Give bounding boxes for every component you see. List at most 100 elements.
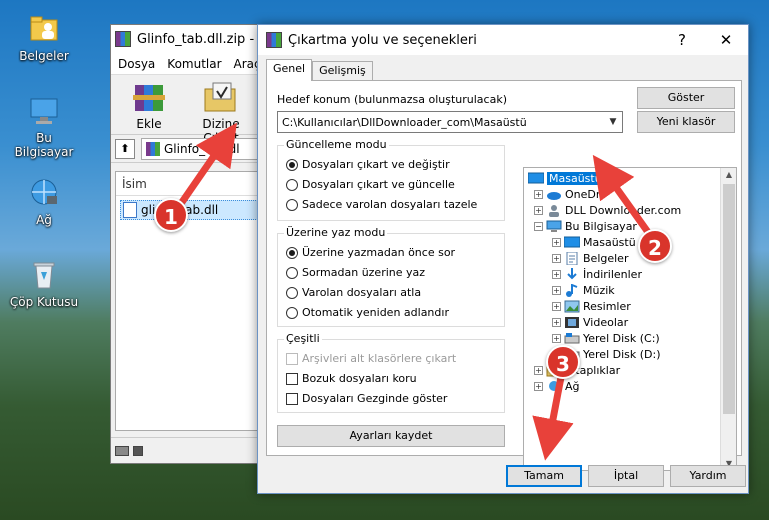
radio-icon <box>286 198 298 211</box>
network-icon <box>546 380 562 393</box>
up-folder-button[interactable]: ⬆ <box>115 138 135 159</box>
tree-node-pc-desktop[interactable]: + Masaüstü <box>552 234 636 250</box>
winrar-app-icon <box>115 31 131 47</box>
overwrite-option-ask[interactable]: Üzerine yazmadan önce sor <box>286 246 455 259</box>
update-option-replace[interactable]: Dosyaları çıkart ve değiştir <box>286 158 450 171</box>
destination-path-combo[interactable]: C:\Kullanıcılar\DllDownloader_com\Masaüs… <box>277 111 623 133</box>
update-option-freshen[interactable]: Sadece varolan dosyaları tazele <box>286 198 477 211</box>
ok-button[interactable]: Tamam <box>506 465 582 487</box>
radio-icon <box>286 246 298 259</box>
tree-scrollbar[interactable]: ▲ ▼ <box>720 168 736 470</box>
update-option-update[interactable]: Dosyaları çıkart ve güncelle <box>286 178 455 191</box>
radio-icon <box>286 178 298 191</box>
expand-icon[interactable]: + <box>552 237 561 247</box>
winrar-title: Glinfo_tab.dll.zip - W <box>137 31 272 47</box>
overwrite-option-skip[interactable]: Varolan dosyaları atla <box>286 286 421 299</box>
download-icon <box>564 267 580 281</box>
option-label: Dosyaları çıkart ve değiştir <box>302 158 450 171</box>
help-title-button[interactable]: ? <box>660 25 704 55</box>
overwrite-option-rename[interactable]: Otomatik yeniden adlandır <box>286 306 449 319</box>
chevron-down-icon[interactable]: ▼ <box>604 117 622 127</box>
tree-node-desktop[interactable]: Masaüstü <box>527 170 604 186</box>
overwrite-option-without-prompt[interactable]: Sormadan üzerine yaz <box>286 266 425 279</box>
misc-option-keep-broken[interactable]: Bozuk dosyaları koru <box>286 372 417 385</box>
tree-node-label: Masaüstü <box>547 171 604 185</box>
tree-node-label: Müzik <box>583 283 615 297</box>
add-button[interactable]: Ekle <box>119 79 179 131</box>
scroll-up-icon[interactable]: ▲ <box>721 170 736 179</box>
tree-node-this-pc[interactable]: − Bu Bilgisayar <box>534 218 637 234</box>
expand-icon[interactable]: + <box>552 317 561 327</box>
option-label: Sormadan üzerine yaz <box>302 266 426 279</box>
dest-label: Hedef konum (bulunmazsa oluşturulacak) <box>277 93 507 106</box>
expand-icon[interactable]: + <box>534 381 543 391</box>
close-button[interactable]: ✕ <box>704 25 748 55</box>
tree-node-network[interactable]: + Ağ <box>534 378 580 394</box>
tree-node-label: Yerel Disk (C:) <box>583 331 660 345</box>
archive-path-text: Glinfo_tab.dl <box>164 141 240 156</box>
desktop-icon-documents[interactable]: Belgeler <box>6 12 82 63</box>
tree-node-documents[interactable]: + Belgeler <box>552 250 628 266</box>
expand-icon[interactable]: + <box>552 285 561 295</box>
tree-node-downloads[interactable]: + İndirilenler <box>552 266 642 282</box>
desktop-icon-this-pc[interactable]: Bu Bilgisayar <box>6 94 82 159</box>
option-label: Üzerine yazmadan önce sor <box>302 246 456 259</box>
scrollbar-thumb[interactable] <box>723 184 735 414</box>
music-icon <box>564 283 580 297</box>
new-folder-button[interactable]: Yeni klasör <box>637 111 735 133</box>
tree-node-label: İndirilenler <box>583 267 642 281</box>
tab-general[interactable]: Genel <box>266 59 313 81</box>
checkbox-icon <box>286 352 298 365</box>
menu-file[interactable]: Dosya <box>118 57 155 71</box>
checkbox-icon <box>286 372 298 385</box>
tree-node-dlldownloader[interactable]: + DLL Downloader.com <box>534 202 681 218</box>
show-button[interactable]: Göster <box>637 87 735 109</box>
expand-icon[interactable]: + <box>534 205 543 215</box>
desktop-icon-network[interactable]: Ağ <box>6 176 82 227</box>
desktop-folder-icon <box>527 172 545 185</box>
overwrite-mode-group: Üzerine yaz modu Üzerine yazmadan önce s… <box>277 226 505 327</box>
recycle-bin-icon <box>27 258 61 292</box>
misc-option-show-in-explorer[interactable]: Dosyaları Gezginde göster <box>286 392 447 405</box>
tree-node-pictures[interactable]: + Resimler <box>552 298 631 314</box>
expand-icon[interactable]: + <box>534 365 543 375</box>
expand-icon[interactable]: + <box>552 253 561 263</box>
checkbox-icon <box>286 392 298 405</box>
save-settings-button[interactable]: Ayarları kaydet <box>277 425 505 447</box>
tree-node-label: OneDri <box>565 187 604 201</box>
overwrite-mode-title: Üzerine yaz modu <box>284 226 388 239</box>
tree-node-label: Belgeler <box>583 251 629 265</box>
tree-node-onedrive[interactable]: + OneDri <box>534 186 603 202</box>
tree-node-label: Yerel Disk (D:) <box>583 347 661 361</box>
desktop-icon-label: Çöp Kutusu <box>9 295 79 309</box>
radio-icon <box>286 158 298 171</box>
tree-node-label: Bu Bilgisayar <box>565 219 637 233</box>
extract-dialog: Çıkartma yolu ve seçenekleri ? ✕ Genel G… <box>257 24 749 494</box>
expand-icon[interactable]: + <box>552 333 561 343</box>
tree-node-videos[interactable]: + Videolar <box>552 314 628 330</box>
radio-icon <box>286 266 298 279</box>
computer-icon <box>546 220 562 233</box>
dialog-title: Çıkartma yolu ve seçenekleri <box>288 32 477 48</box>
help-button[interactable]: Yardım <box>670 465 746 487</box>
tree-node-label: Resimler <box>583 299 631 313</box>
tree-node-music[interactable]: + Müzik <box>552 282 615 298</box>
option-label: Bozuk dosyaları koru <box>302 372 417 385</box>
expand-icon[interactable]: + <box>552 269 561 279</box>
tree-node-drive-c[interactable]: + Yerel Disk (C:) <box>552 330 660 346</box>
extract-to-button[interactable]: Dizine Çıkart <box>185 79 257 145</box>
drive-icon <box>115 445 129 456</box>
tab-advanced[interactable]: Gelişmiş <box>312 61 373 81</box>
dialog-titlebar[interactable]: Çıkartma yolu ve seçenekleri ? ✕ <box>258 25 748 55</box>
misc-option-subfolders: Arşivleri alt klasörlere çıkart <box>286 352 456 365</box>
menu-commands[interactable]: Komutlar <box>167 57 221 71</box>
expand-icon[interactable]: + <box>552 301 561 311</box>
collapse-icon[interactable]: − <box>534 221 543 231</box>
desktop-icon-recycle-bin[interactable]: Çöp Kutusu <box>6 258 82 309</box>
cancel-button[interactable]: İptal <box>588 465 664 487</box>
folder-tree: Masaüstü + OneDri + DLL Downloader.com −… <box>523 167 737 471</box>
option-label: Arşivleri alt klasörlere çıkart <box>302 352 457 365</box>
computer-icon <box>27 94 61 128</box>
expand-icon[interactable]: + <box>534 189 543 199</box>
archive-add-icon <box>129 79 169 115</box>
